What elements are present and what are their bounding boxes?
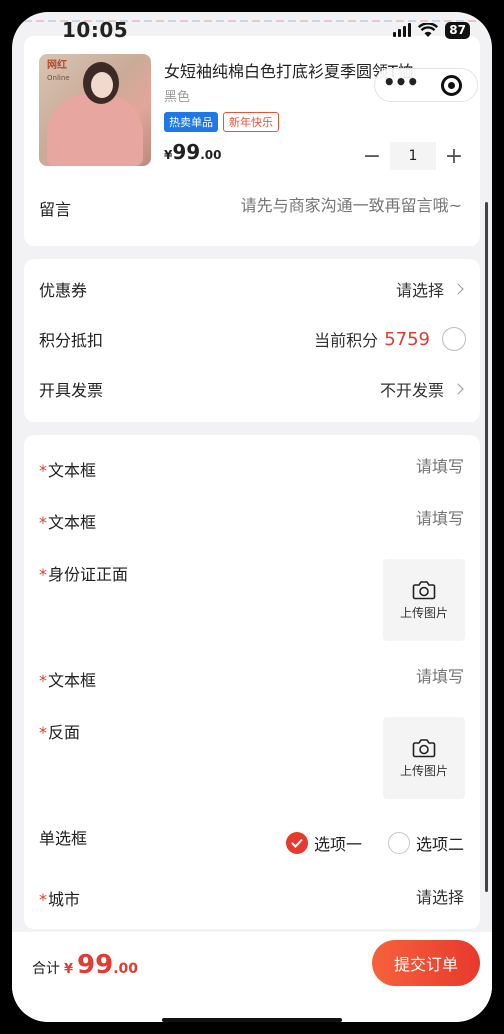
miniprogram-capsule: ••• [374, 68, 478, 102]
field-label: *文本框 [39, 461, 97, 480]
tag-newyear: 新年快乐 [223, 112, 279, 132]
phone-screen: 10:05 87 ••• 网红 Online 女短袖纯棉白色打底衫夏季圆领T恤 黑… [12, 12, 492, 1022]
field-label: *文本框 [39, 671, 97, 690]
upload-id-front-button[interactable]: 上传图片 [383, 559, 465, 641]
home-indicator[interactable] [162, 1018, 342, 1022]
order-options-card: 优惠券 请选择 积分抵扣 当前积分 5759 开具发票 不开发票 [24, 259, 480, 422]
field-label: *身份证正面 [39, 565, 129, 584]
camera-icon [412, 580, 436, 599]
chevron-right-icon [452, 383, 464, 395]
submit-order-button[interactable]: 提交订单 [372, 940, 480, 986]
custom-form-card: *文本框 *文本框 *身份证正面 上传图片 *文本框 *反面 上传图片 单选框 … [24, 435, 480, 929]
product-image-brand: 网红 Online [47, 60, 70, 82]
product-price: ¥99.00 [164, 140, 222, 164]
increase-button[interactable]: + [440, 142, 468, 170]
points-checkbox[interactable] [442, 327, 466, 351]
points-row: 积分抵扣 当前积分 5759 [39, 324, 466, 354]
invoice-label: 开具发票 [39, 381, 104, 400]
upload-id-back-button[interactable]: 上传图片 [383, 717, 465, 799]
points-prefix: 当前积分 [314, 331, 379, 350]
invoice-row[interactable]: 开具发票 不开发票 [39, 374, 466, 404]
check-circle-icon [285, 832, 308, 854]
radio-label: 单选框 [39, 829, 88, 848]
text-field-3[interactable] [264, 667, 464, 686]
remark-label: 留言 [39, 200, 72, 219]
radio-option-1[interactable]: 选项一 [285, 831, 362, 855]
coupon-value: 请选择 [395, 281, 444, 300]
chevron-right-icon [452, 283, 464, 295]
quantity-value[interactable]: 1 [390, 142, 436, 170]
target-icon [441, 74, 462, 96]
close-miniprogram-button[interactable] [426, 68, 477, 102]
wifi-icon [418, 22, 439, 37]
invoice-value: 不开发票 [379, 381, 444, 400]
scrollbar[interactable] [485, 202, 488, 892]
checkout-bar: 合计 ¥99.00 提交订单 .com [12, 932, 492, 1022]
field-label: *文本框 [39, 513, 97, 532]
status-time: 10:05 [62, 18, 129, 42]
product-image[interactable]: 网红 Online [39, 54, 151, 166]
product-tags: 热卖单品 新年快乐 [164, 112, 279, 132]
empty-circle-icon [387, 832, 410, 854]
upload-label: 上传图片 [399, 763, 448, 778]
status-icons: 87 [393, 21, 470, 39]
decrease-button[interactable]: − [358, 142, 386, 170]
remark-input[interactable] [162, 196, 462, 215]
text-field-1[interactable] [264, 457, 464, 476]
watermark-text: .com [469, 986, 492, 996]
city-picker[interactable]: 请选择 [416, 884, 464, 908]
quantity-stepper: − 1 + [358, 142, 468, 170]
tag-hot: 热卖单品 [164, 112, 218, 132]
signal-icon [393, 23, 412, 37]
radio-group: 选项一 选项二 [285, 831, 464, 855]
order-total: 合计 ¥99.00 [32, 950, 139, 980]
camera-icon [412, 738, 436, 757]
radio-option-2[interactable]: 选项二 [387, 831, 464, 855]
more-menu-button[interactable]: ••• [375, 68, 426, 102]
points-label: 积分抵扣 [39, 331, 104, 350]
product-spec: 黑色 [164, 90, 191, 105]
field-label: *反面 [39, 723, 81, 742]
more-dots-icon: ••• [382, 70, 419, 94]
text-field-2[interactable] [264, 509, 464, 528]
points-value: 5759 [384, 328, 430, 350]
coupon-row[interactable]: 优惠券 请选择 [39, 274, 466, 304]
upload-label: 上传图片 [399, 605, 448, 620]
battery-indicator: 87 [445, 21, 470, 39]
coupon-label: 优惠券 [39, 281, 88, 300]
status-bar: 10:05 87 [12, 12, 492, 48]
field-label: *城市 [39, 890, 81, 909]
